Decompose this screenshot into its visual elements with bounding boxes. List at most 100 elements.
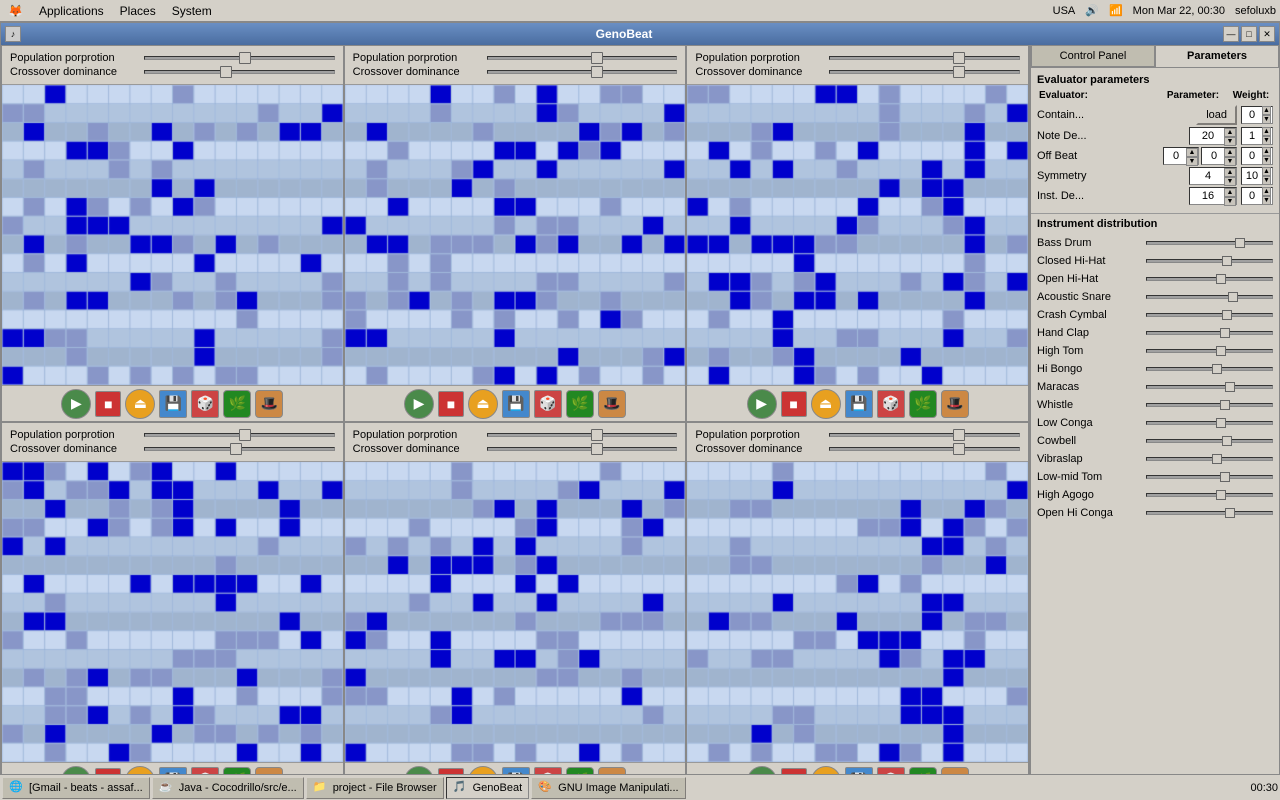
pop-slider-3[interactable]: [829, 56, 1020, 60]
beat-grid-4[interactable]: [2, 462, 343, 762]
eject-button-3[interactable]: ⏏: [811, 389, 841, 419]
stop-button-3[interactable]: ■: [781, 391, 807, 417]
notede-weight-down[interactable]: ▼: [1262, 136, 1271, 145]
offbeat-p2-down[interactable]: ▼: [1224, 157, 1236, 166]
symmetry-weight-input[interactable]: [1242, 170, 1262, 182]
green-button-1[interactable]: 🌿: [223, 390, 251, 418]
eject-button-1[interactable]: ⏏: [125, 389, 155, 419]
cross-slider[interactable]: [144, 70, 335, 74]
inst-slider-8[interactable]: [1146, 385, 1273, 389]
instde-weight-up[interactable]: ▲: [1262, 187, 1271, 196]
instde-param-down[interactable]: ▼: [1224, 197, 1236, 206]
taskbar-item-1[interactable]: ☕Java - Cocodrillo/src/e...: [152, 777, 304, 799]
inst-slider-5[interactable]: [1146, 331, 1273, 335]
network-icon[interactable]: 📶: [1109, 4, 1123, 17]
contain-weight-input[interactable]: [1242, 109, 1262, 121]
taskbar-item-3[interactable]: 🎵GenoBeat: [446, 777, 530, 799]
symmetry-weight-up[interactable]: ▲: [1262, 167, 1271, 176]
beat-grid-1[interactable]: [2, 85, 343, 385]
eval-notede-weight[interactable]: ▲ ▼: [1241, 127, 1273, 145]
eval-offbeat-weight[interactable]: ▲ ▼: [1241, 147, 1273, 165]
instde-weight-input[interactable]: [1242, 190, 1262, 202]
inst-slider-9[interactable]: [1146, 403, 1273, 407]
cross-slider-5[interactable]: [487, 447, 678, 451]
inst-slider-10[interactable]: [1146, 421, 1273, 425]
menu-system[interactable]: System: [168, 2, 216, 20]
inst-slider-2[interactable]: [1146, 277, 1273, 281]
notede-param-input[interactable]: [1190, 130, 1226, 142]
inst-slider-4[interactable]: [1146, 313, 1273, 317]
green-button-2[interactable]: 🌿: [566, 390, 594, 418]
inst-slider-6[interactable]: [1146, 349, 1273, 353]
play-button-1[interactable]: ▶: [61, 389, 91, 419]
instde-param-up[interactable]: ▲: [1224, 188, 1236, 197]
eval-instde-weight[interactable]: ▲ ▼: [1241, 187, 1273, 205]
inst-slider-13[interactable]: [1146, 475, 1273, 479]
pop-slider-2[interactable]: [487, 56, 678, 60]
offbeat-weight-down[interactable]: ▼: [1262, 156, 1271, 165]
eject-button-2[interactable]: ⏏: [468, 389, 498, 419]
cross-slider-3[interactable]: [829, 70, 1020, 74]
inst-slider-15[interactable]: [1146, 511, 1273, 515]
inst-slider-0[interactable]: [1146, 241, 1273, 245]
volume-icon[interactable]: 🔊: [1085, 4, 1099, 17]
pop-slider[interactable]: [144, 56, 335, 60]
play-button-3[interactable]: ▶: [747, 389, 777, 419]
inst-slider-7[interactable]: [1146, 367, 1273, 371]
beat-grid-5[interactable]: [345, 462, 686, 762]
beat-grid-6[interactable]: [687, 462, 1028, 762]
window-controls[interactable]: — □ ✕: [1223, 26, 1275, 42]
dice-button-3[interactable]: 🎲: [877, 390, 905, 418]
eval-symmetry-param[interactable]: ▲ ▼: [1189, 167, 1237, 185]
symmetry-weight-down[interactable]: ▼: [1262, 176, 1271, 185]
taskbar-item-2[interactable]: 📁project - File Browser: [306, 777, 444, 799]
notede-weight-input[interactable]: [1242, 130, 1262, 142]
cross-slider-4[interactable]: [144, 447, 335, 451]
taskbar-item-0[interactable]: 🌐[Gmail - beats - assaf...: [2, 777, 150, 799]
dice-button-1[interactable]: 🎲: [191, 390, 219, 418]
inst-slider-11[interactable]: [1146, 439, 1273, 443]
inst-slider-1[interactable]: [1146, 259, 1273, 263]
beat-grid-2[interactable]: [345, 85, 686, 385]
hat-button-2[interactable]: 🎩: [598, 390, 626, 418]
eval-instde-param[interactable]: ▲ ▼: [1189, 187, 1237, 205]
inst-slider-3[interactable]: [1146, 295, 1273, 299]
instde-weight-down[interactable]: ▼: [1262, 196, 1271, 205]
pop-slider-6[interactable]: [829, 433, 1020, 437]
stop-button-2[interactable]: ■: [438, 391, 464, 417]
contain-weight-down[interactable]: ▼: [1262, 115, 1271, 124]
symmetry-param-up[interactable]: ▲: [1224, 168, 1236, 177]
save-button-1[interactable]: 💾: [159, 390, 187, 418]
symmetry-param-input[interactable]: [1190, 170, 1226, 182]
offbeat-weight-input[interactable]: [1242, 150, 1262, 162]
offbeat-param2-input[interactable]: [1202, 150, 1226, 162]
symmetry-param-down[interactable]: ▼: [1224, 177, 1236, 186]
menu-places[interactable]: Places: [116, 2, 160, 20]
eval-offbeat-param1[interactable]: ▲ ▼: [1163, 147, 1199, 165]
dice-button-2[interactable]: 🎲: [534, 390, 562, 418]
tab-bar[interactable]: Control Panel Parameters: [1031, 45, 1279, 68]
hat-button-3[interactable]: 🎩: [941, 390, 969, 418]
green-button-3[interactable]: 🌿: [909, 390, 937, 418]
taskbar-item-4[interactable]: 🎨GNU Image Manipulati...: [531, 777, 685, 799]
eval-offbeat-param2[interactable]: ▲ ▼: [1201, 147, 1237, 165]
eval-symmetry-weight[interactable]: ▲ ▼: [1241, 167, 1273, 185]
offbeat-weight-up[interactable]: ▲: [1262, 147, 1271, 156]
save-button-2[interactable]: 💾: [502, 390, 530, 418]
cross-slider-6[interactable]: [829, 447, 1020, 451]
tab-parameters[interactable]: Parameters: [1155, 45, 1279, 67]
notede-param-up[interactable]: ▲: [1224, 128, 1236, 137]
save-button-3[interactable]: 💾: [845, 390, 873, 418]
cross-slider-2[interactable]: [487, 70, 678, 74]
inst-slider-12[interactable]: [1146, 457, 1273, 461]
notede-param-down[interactable]: ▼: [1224, 137, 1236, 146]
hat-button-1[interactable]: 🎩: [255, 390, 283, 418]
contain-weight-up[interactable]: ▲: [1262, 106, 1271, 115]
pop-slider-5[interactable]: [487, 433, 678, 437]
maximize-button[interactable]: □: [1241, 26, 1257, 42]
menu-applications[interactable]: Applications: [35, 2, 108, 20]
app-menu[interactable]: 🦊 Applications Places System: [4, 2, 216, 20]
eval-contain-weight[interactable]: ▲ ▼: [1241, 106, 1273, 124]
offbeat-p2-up[interactable]: ▲: [1224, 148, 1236, 157]
load-button[interactable]: load: [1196, 105, 1237, 125]
